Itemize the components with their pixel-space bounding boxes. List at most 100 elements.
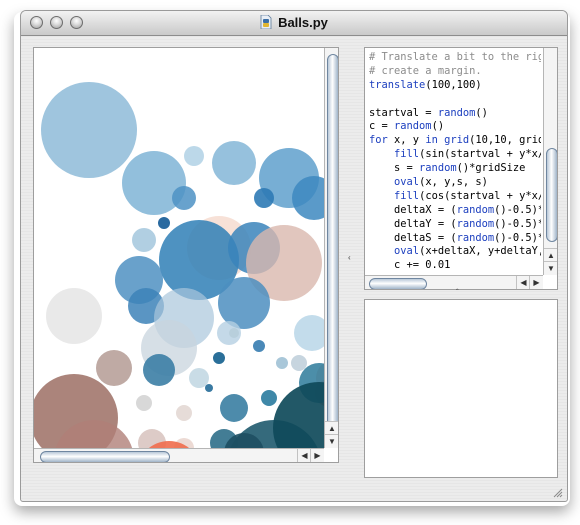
- circle: [143, 354, 175, 386]
- code-token: (): [431, 120, 445, 133]
- code-keyword: random: [419, 162, 457, 175]
- canvas-scroll-left-button[interactable]: ◀: [297, 449, 311, 462]
- scroll-left-icon: ◀: [520, 278, 527, 287]
- code-token: x, y: [387, 134, 426, 147]
- canvas-horizontal-scrollbar[interactable]: ◀ ▶: [34, 448, 324, 462]
- code-line: deltaX = (random()-0.5)*10: [369, 204, 541, 218]
- circle: [291, 355, 307, 371]
- scroll-down-icon: ▼: [328, 437, 336, 446]
- code-line: deltaS = (random()-0.5)*2: [369, 232, 541, 246]
- code-text[interactable]: # Translate a bit to the right to# creat…: [369, 51, 541, 271]
- circle: [276, 357, 288, 369]
- code-line: s = random()*gridSize: [369, 162, 541, 176]
- scroll-up-icon: ▲: [547, 251, 555, 260]
- code-token: deltaS = (: [369, 231, 457, 244]
- code-line: c = random(): [369, 120, 541, 134]
- code-line: startval = random(): [369, 107, 541, 121]
- vertical-split-handle[interactable]: ‹: [337, 47, 364, 477]
- code-token: c =: [369, 120, 395, 133]
- code-token: (): [475, 106, 488, 119]
- resize-grip-icon[interactable]: [552, 487, 563, 498]
- window-title-group: Balls.py: [21, 15, 567, 30]
- code-editor[interactable]: # Translate a bit to the right to# creat…: [364, 47, 558, 290]
- code-keyword: oval: [394, 245, 420, 258]
- circle: [254, 188, 274, 208]
- code-keyword: random: [456, 203, 495, 216]
- horizontal-split-handle[interactable]: ˆ: [364, 288, 558, 299]
- code-keyword: random: [394, 120, 432, 133]
- code-line: oval(x, y,s, s): [369, 176, 541, 190]
- circle: [172, 186, 196, 210]
- circle: [41, 82, 137, 178]
- drawing-canvas[interactable]: ▲ ▼ ◀ ▶: [33, 47, 339, 463]
- code-token: startval =: [369, 106, 438, 119]
- code-token: (x+deltaX, y+deltaY,deltaS: [419, 245, 541, 258]
- code-line: fill(sin(startval + y*x/100.0),: [369, 148, 541, 162]
- code-line: # create a margin.: [369, 65, 541, 79]
- circle: [189, 368, 209, 388]
- editor-vertical-scrollbar[interactable]: ▲ ▼: [543, 48, 557, 275]
- editor-scroll-up-button[interactable]: ▲: [544, 248, 557, 262]
- code-keyword: in: [425, 134, 438, 147]
- python-file-icon: [260, 15, 272, 29]
- code-keyword: grid: [444, 134, 470, 147]
- code-token: ()-0.5)*2: [494, 231, 541, 244]
- scroll-up-icon: ▲: [328, 424, 336, 433]
- code-keyword: fill: [394, 189, 420, 202]
- code-line: oval(x+deltaX, y+deltaY,deltaS: [369, 245, 541, 259]
- circle: [218, 277, 270, 329]
- code-keyword: random: [437, 106, 476, 119]
- circle: [294, 315, 324, 351]
- balls-drawing: [34, 82, 324, 462]
- window-title: Balls.py: [278, 15, 328, 30]
- title-bar[interactable]: Balls.py: [21, 11, 567, 36]
- scroll-down-icon: ▼: [547, 264, 555, 273]
- circle: [220, 394, 248, 422]
- scroll-left-icon: ◀: [301, 451, 308, 460]
- canvas-scroll-right-button[interactable]: ▶: [310, 449, 324, 462]
- output-console[interactable]: [364, 299, 558, 478]
- circle: [136, 395, 152, 411]
- circle: [213, 352, 225, 364]
- circle: [96, 350, 132, 386]
- circle: [261, 390, 277, 406]
- scroll-right-icon: ▶: [314, 451, 321, 460]
- split-up-icon: ˆ: [456, 288, 459, 297]
- code-keyword: random: [456, 217, 495, 230]
- code-keyword: fill: [394, 148, 420, 161]
- editor-vertical-scroll-thumb[interactable]: [546, 148, 557, 242]
- code-keyword: translate: [369, 78, 426, 91]
- code-token: deltaX = (: [369, 203, 457, 216]
- circle: [253, 340, 265, 352]
- code-line: deltaY = (random()-0.5)*10: [369, 218, 541, 232]
- code-keyword: random: [456, 231, 495, 244]
- code-keyword: for: [369, 134, 388, 147]
- circle: [229, 328, 239, 338]
- code-keyword: oval: [394, 176, 420, 189]
- code-token: (100,100): [425, 78, 482, 91]
- code-line: translate(100,100): [369, 79, 541, 93]
- circle: [184, 146, 204, 166]
- code-token: (10,10, gridSize,: [469, 134, 541, 147]
- code-line: # Translate a bit to the right to: [369, 51, 541, 65]
- circle: [205, 384, 213, 392]
- code-line: for x, y in grid(10,10, gridSize,: [369, 134, 541, 148]
- code-token: c += 0.01: [369, 259, 451, 271]
- code-line: fill(cos(startval + y*x/100.0),: [369, 190, 541, 204]
- circle-layer: [34, 82, 324, 462]
- circle: [46, 288, 102, 344]
- canvas-horizontal-scroll-thumb[interactable]: [40, 451, 170, 462]
- editor-scroll-down-button[interactable]: ▼: [544, 261, 557, 275]
- circle: [132, 228, 156, 252]
- code-token: ()*gridSize: [456, 162, 526, 175]
- code-token: (cos(startval + y*x/100.0),: [419, 189, 541, 202]
- code-token: (x, y,s, s): [419, 176, 488, 189]
- code-line: c += 0.01: [369, 259, 541, 271]
- circle: [176, 405, 192, 421]
- code-token: (sin(startval + y*x/100.0),: [419, 148, 541, 161]
- circle: [158, 217, 170, 229]
